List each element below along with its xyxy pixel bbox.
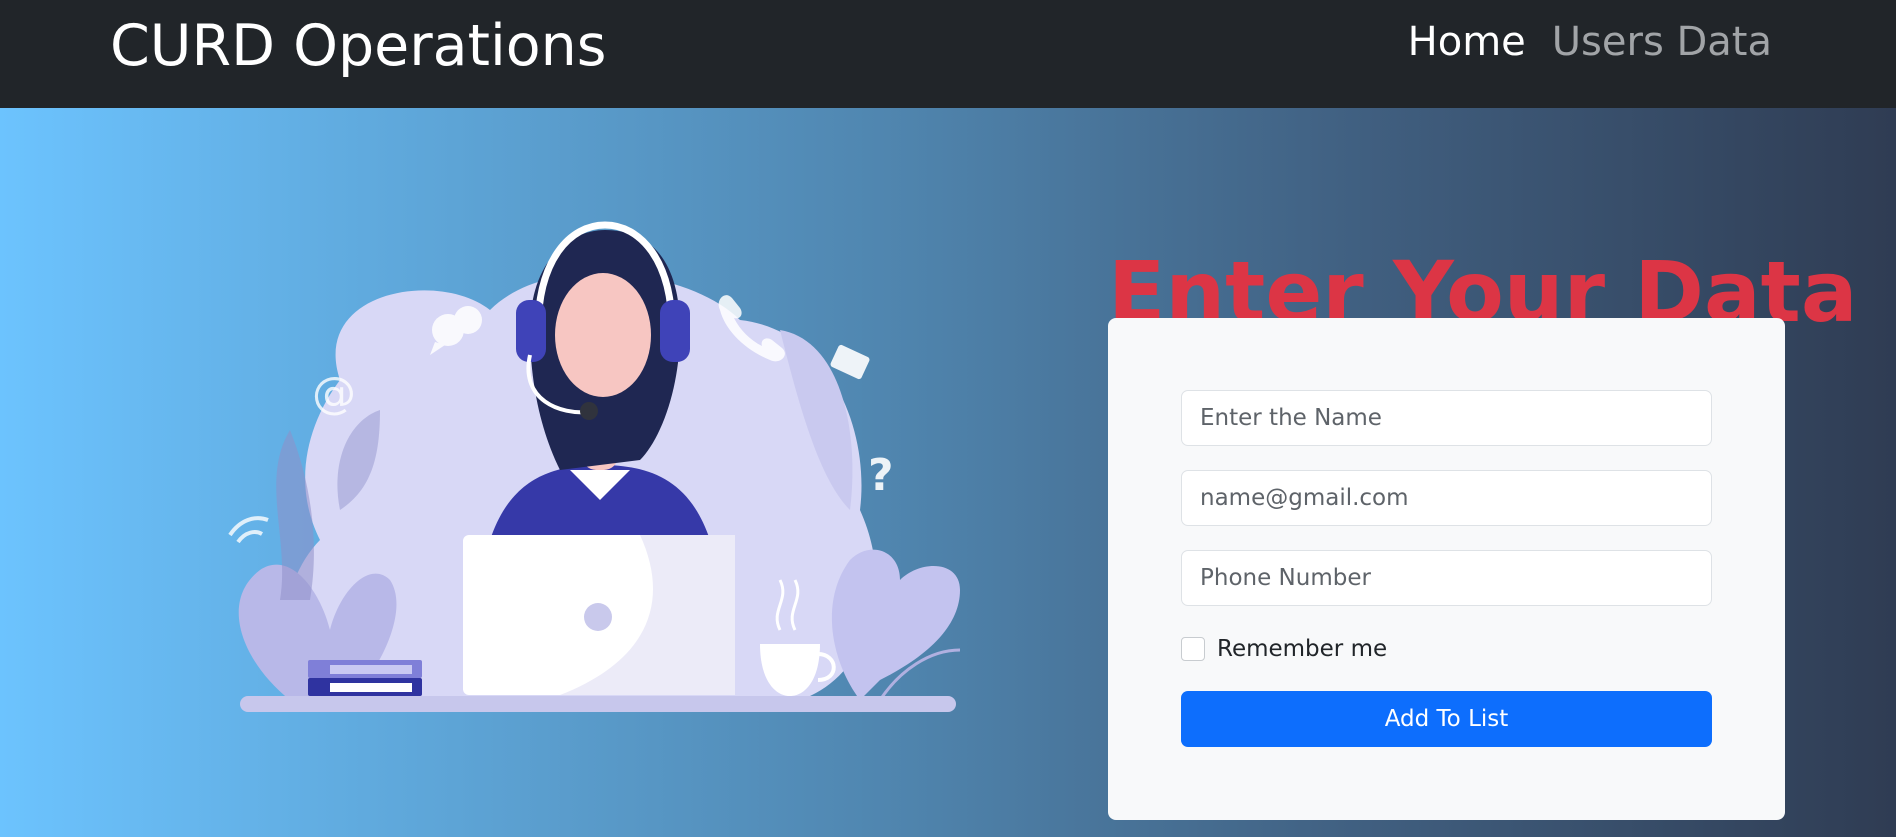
- question-mark-icon: ?: [868, 450, 894, 501]
- add-to-list-button[interactable]: Add To List: [1181, 691, 1712, 747]
- remember-me-label[interactable]: Remember me: [1217, 636, 1387, 662]
- laptop-icon: [463, 535, 735, 695]
- desk: [240, 696, 956, 712]
- name-input[interactable]: [1181, 390, 1712, 446]
- brand-title[interactable]: CURD Operations: [110, 8, 607, 84]
- data-entry-form: Remember me Add To List: [1108, 318, 1785, 820]
- remember-me-checkbox[interactable]: [1181, 637, 1205, 661]
- nav-links: Home Users Data: [1408, 14, 1772, 70]
- nav-link-home[interactable]: Home: [1408, 14, 1526, 70]
- envelope-icon: [830, 344, 870, 380]
- remember-me-row: Remember me: [1181, 636, 1387, 662]
- email-input[interactable]: [1181, 470, 1712, 526]
- at-sign-icon: @: [312, 368, 356, 419]
- agent-face: [555, 273, 651, 397]
- books-icon: [308, 660, 422, 696]
- wifi-icon: [228, 516, 269, 544]
- phone-input[interactable]: [1181, 550, 1712, 606]
- navbar: CURD Operations Home Users Data: [0, 0, 1896, 108]
- support-agent-illustration: @ ?: [228, 221, 961, 712]
- nav-link-users-data[interactable]: Users Data: [1552, 14, 1772, 70]
- plant-right-icon: [831, 549, 960, 700]
